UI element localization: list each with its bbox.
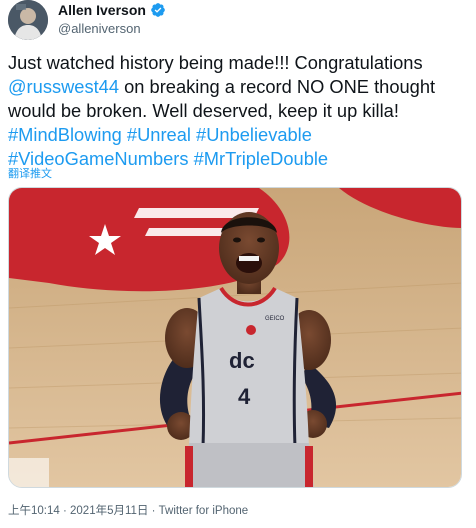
tweet-text-segment: Just watched history being made!!! Congr…: [8, 52, 423, 73]
jersey-sponsor: GEICO: [265, 316, 285, 322]
hashtag-link[interactable]: #Unreal: [127, 124, 191, 145]
tweet-text: Just watched history being made!!! Congr…: [8, 51, 468, 171]
jersey-number: 4: [238, 384, 251, 409]
translate-tweet-link[interactable]: 翻译推文: [8, 165, 52, 181]
tweet-media-image[interactable]: dc 4 GEICO: [8, 187, 462, 488]
verified-badge-icon: [151, 3, 165, 17]
tweet-header: Allen Iverson @alleniverson: [8, 0, 468, 40]
tweet-text-segment: would be broken. Well deserved, keep it …: [8, 100, 399, 121]
tweet-text-line: @russwest44 on breaking a record NO ONE …: [8, 75, 468, 99]
tweet-text-line: Just watched history being made!!! Congr…: [8, 51, 468, 75]
hashtag-link[interactable]: #Unbelievable: [196, 124, 312, 145]
tweet-text-line: #MindBlowing #Unreal #Unbelievable: [8, 123, 468, 147]
tweet-date[interactable]: 2021年5月11日: [70, 505, 148, 517]
tweet-source[interactable]: Twitter for iPhone: [159, 505, 248, 517]
tweet-text-line: would be broken. Well deserved, keep it …: [8, 99, 468, 123]
meta-separator: ·: [148, 505, 159, 517]
tweet-metadata: 上午10:14 · 2021年5月11日 · Twitter for iPhon…: [8, 502, 248, 518]
meta-separator: ·: [59, 505, 71, 517]
avatar[interactable]: [8, 0, 48, 40]
hashtag-link[interactable]: #MindBlowing: [8, 124, 122, 145]
author-handle[interactable]: @alleniverson: [58, 21, 141, 36]
jersey-logo: dc: [229, 348, 255, 373]
tweet-text-line: #VideoGameNumbers #MrTripleDouble: [8, 147, 468, 171]
hashtag-link[interactable]: #MrTripleDouble: [194, 148, 328, 169]
mention-link[interactable]: @russwest44: [8, 76, 119, 97]
tweet-time[interactable]: 上午10:14: [8, 505, 60, 517]
basketball-player-photo: dc 4 GEICO: [9, 188, 461, 487]
author-display-name[interactable]: Allen Iverson: [58, 2, 146, 18]
tweet-text-segment: on breaking a record NO ONE thought: [119, 76, 436, 97]
